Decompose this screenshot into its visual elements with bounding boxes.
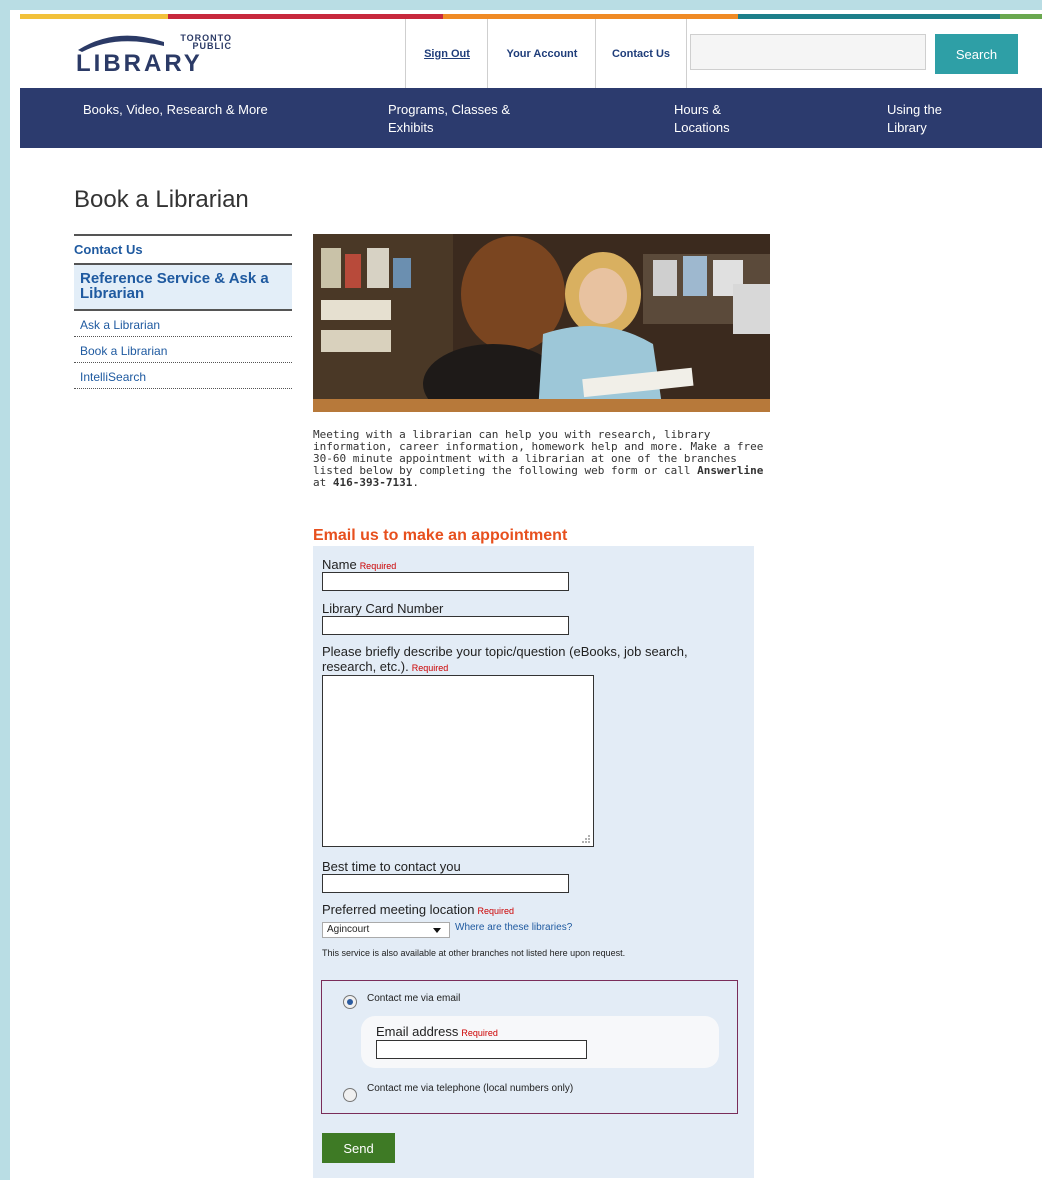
card-label: Library Card Number bbox=[322, 601, 444, 616]
phone-number: 416-393-7131 bbox=[332, 476, 413, 489]
email-label-text: Email address bbox=[376, 1024, 459, 1039]
topic-label: Please briefly describe your topic/quest… bbox=[322, 644, 742, 674]
sidebar-section-title[interactable]: Reference Service & Ask a Librarian bbox=[74, 263, 292, 311]
nav-hours[interactable]: Hours & Locations bbox=[674, 101, 764, 137]
best-time-input[interactable] bbox=[322, 874, 569, 893]
intro-paragraph: Meeting with a librarian can help you wi… bbox=[313, 429, 768, 489]
page-title: Book a Librarian bbox=[74, 186, 249, 213]
radio-email-label[interactable]: Contact me via email bbox=[367, 993, 460, 1004]
topic-textarea[interactable] bbox=[322, 675, 594, 847]
location-label: Preferred meeting location Required bbox=[322, 902, 514, 917]
radio-email[interactable] bbox=[343, 995, 357, 1009]
search-button[interactable]: Search bbox=[935, 34, 1018, 74]
intro-period: . bbox=[412, 476, 419, 489]
sidebar-item-ask[interactable]: Ask a Librarian bbox=[74, 311, 292, 337]
location-select[interactable]: Agincourt bbox=[322, 922, 450, 938]
required-marker: Required bbox=[477, 906, 515, 916]
search-input[interactable] bbox=[690, 34, 926, 70]
where-libraries-link[interactable]: Where are these libraries? bbox=[455, 922, 572, 933]
answerline-text: Answerline bbox=[697, 464, 764, 477]
card-number-input[interactable] bbox=[322, 616, 569, 635]
radio-telephone-label[interactable]: Contact me via telephone (local numbers … bbox=[367, 1083, 573, 1094]
radio-telephone[interactable] bbox=[343, 1088, 357, 1102]
required-marker: Required bbox=[461, 1028, 498, 1038]
nav-programs[interactable]: Programs, Classes & Exhibits bbox=[388, 101, 558, 137]
sidebar: Contact Us Reference Service & Ask a Lib… bbox=[74, 234, 292, 389]
sidebar-item-intellisearch[interactable]: IntelliSearch bbox=[74, 363, 292, 389]
top-border bbox=[0, 0, 1042, 10]
time-label: Best time to contact you bbox=[322, 859, 461, 874]
name-label-text: Name bbox=[322, 557, 357, 572]
contact-us-link[interactable]: Contact Us bbox=[595, 19, 687, 88]
nav-books[interactable]: Books, Video, Research & More bbox=[83, 101, 273, 119]
location-label-text: Preferred meeting location bbox=[322, 902, 475, 917]
your-account-link[interactable]: Your Account bbox=[487, 19, 596, 88]
form-title: Email us to make an appointment bbox=[313, 527, 568, 544]
left-border bbox=[0, 0, 10, 1180]
resize-handle-icon[interactable] bbox=[581, 834, 591, 844]
name-input[interactable] bbox=[322, 572, 569, 591]
logo-small-text: TORONTO PUBLIC bbox=[180, 33, 232, 51]
chevron-down-icon[interactable] bbox=[433, 928, 441, 933]
intro-text: Meeting with a librarian can help you wi… bbox=[313, 428, 764, 477]
librarian-photo bbox=[313, 234, 770, 412]
sidebar-contact-us[interactable]: Contact Us bbox=[74, 234, 292, 263]
branch-note: This service is also available at other … bbox=[322, 948, 626, 958]
required-marker: Required bbox=[411, 663, 449, 673]
sidebar-item-book[interactable]: Book a Librarian bbox=[74, 337, 292, 363]
logo-text[interactable]: LIBRARY bbox=[76, 50, 203, 78]
required-marker: Required bbox=[359, 561, 397, 571]
email-label: Email address Required bbox=[376, 1024, 498, 1039]
topic-label-text: Please briefly describe your topic/quest… bbox=[322, 644, 688, 674]
intro-at: at bbox=[313, 476, 327, 489]
name-label: Name Required bbox=[322, 557, 396, 572]
sign-out-link[interactable]: Sign Out bbox=[405, 19, 488, 88]
email-input[interactable] bbox=[376, 1040, 587, 1059]
nav-using[interactable]: Using the Library bbox=[887, 101, 977, 137]
send-button[interactable]: Send bbox=[322, 1133, 395, 1163]
